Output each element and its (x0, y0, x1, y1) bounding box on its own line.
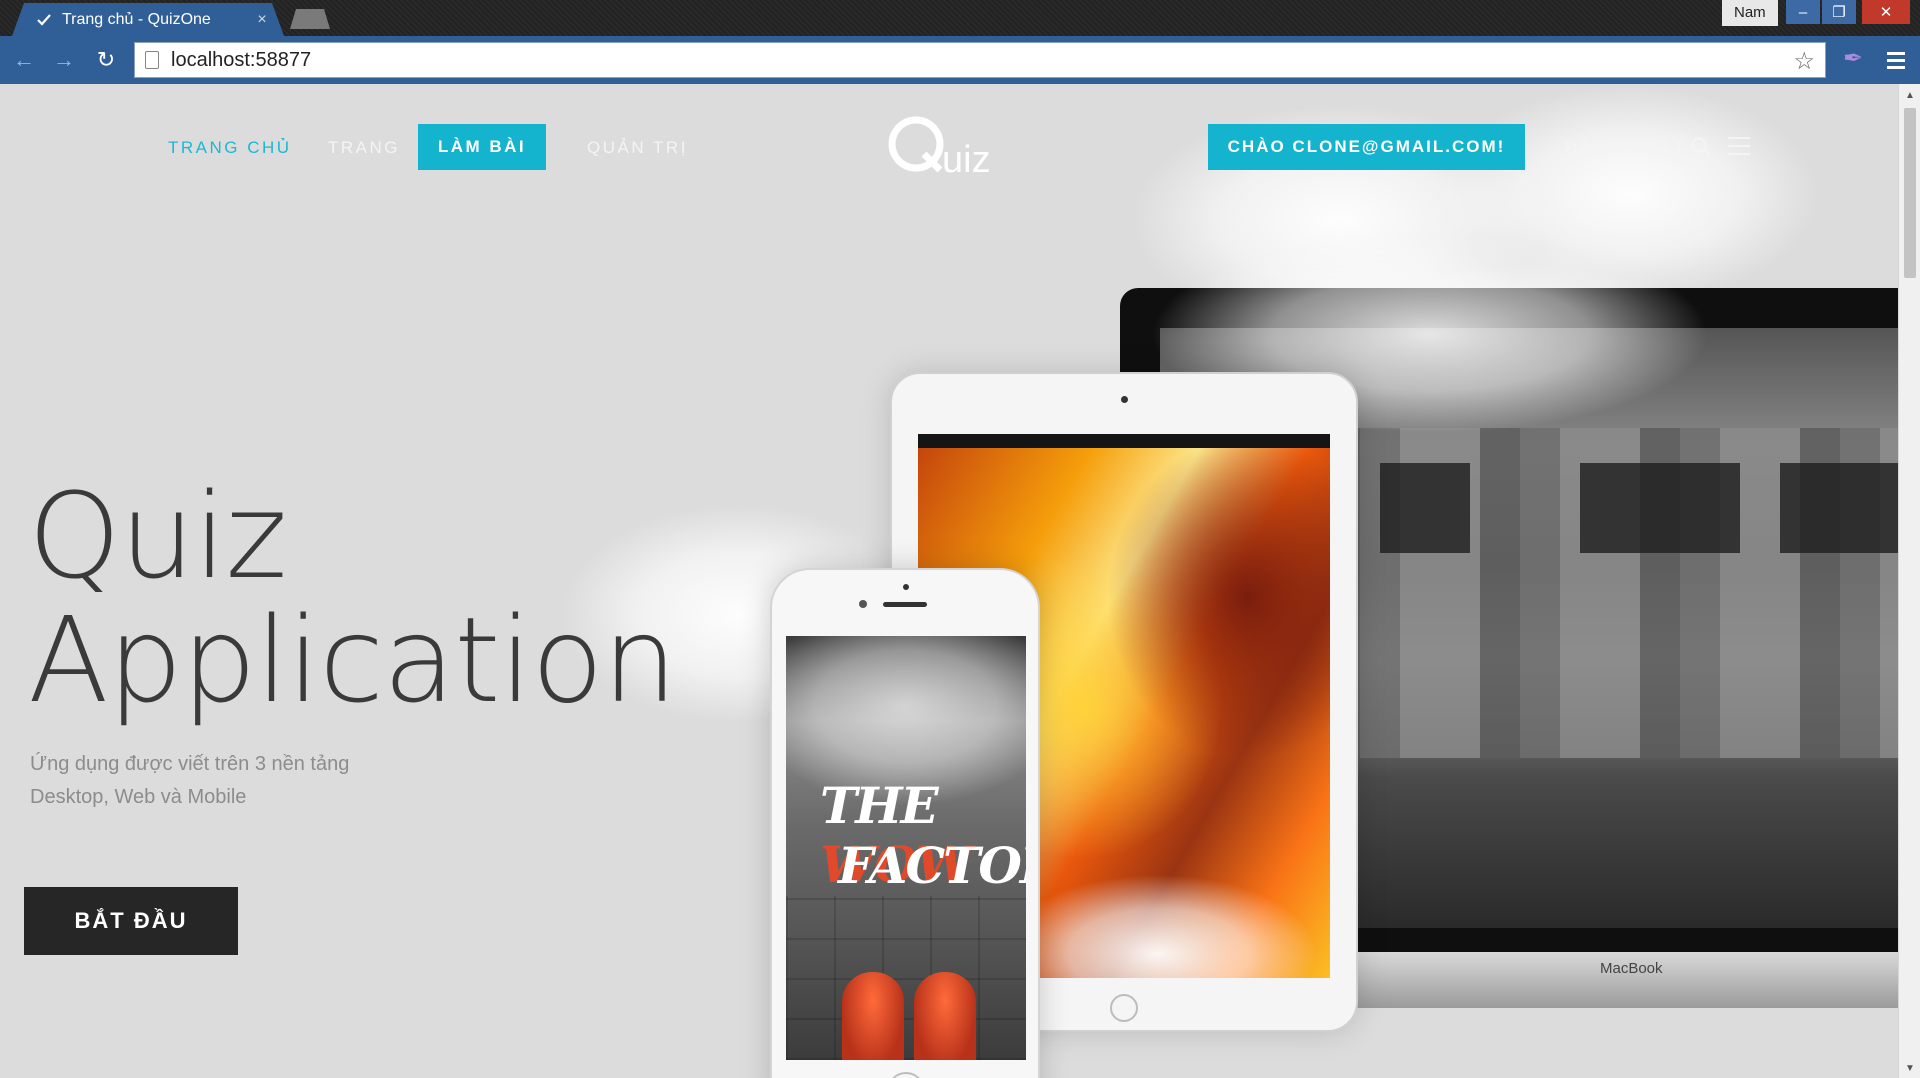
iphone-screen: THE WOW FACTOR (786, 636, 1026, 1060)
hero-subtitle: Ứng dụng được viết trên 3 nền tảng Deskt… (30, 748, 349, 814)
nav-link-lam-bai[interactable]: LÀM BÀI (418, 124, 546, 170)
cloud-decoration (998, 874, 1318, 978)
nav-link-quan-tri[interactable]: QUẢN TRỊ (587, 138, 688, 158)
iphone-home-button (887, 1072, 925, 1078)
shoe-image-left (842, 972, 904, 1060)
ipad-home-button (1110, 994, 1138, 1022)
paving-texture (786, 896, 1026, 1060)
hero-subtitle-line2: Desktop, Web và Mobile (30, 786, 247, 808)
browser-chrome: Trang chủ - QuizOne × Nam – ❐ ✕ ← → ↻ lo… (0, 0, 1920, 84)
ipad-status-bar (918, 434, 1330, 448)
iphone-sensor (859, 600, 867, 608)
macbook-label: MacBook (1600, 960, 1663, 977)
hero-title-line1: Quiz (28, 467, 287, 605)
reload-icon[interactable]: ↻ (92, 46, 120, 74)
ipad-camera (1121, 396, 1128, 403)
hero-title-line2: Application (28, 591, 677, 729)
scroll-thumb[interactable] (1904, 108, 1916, 278)
check-icon (36, 12, 52, 28)
logo-text: uiz (942, 139, 991, 181)
train-window (1580, 463, 1740, 553)
chrome-menu-icon[interactable] (1882, 46, 1910, 74)
phone-headline-line2: FACTOR (838, 836, 1026, 895)
tab-strip: Trang chủ - QuizOne × Nam – ❐ ✕ (0, 0, 1920, 36)
search-icon[interactable] (1690, 136, 1712, 158)
train-window (1380, 463, 1470, 553)
quiz-logo[interactable]: uiz (886, 112, 1016, 182)
hamburger-menu-icon[interactable] (1728, 137, 1750, 155)
phone-headline-white: THE (820, 776, 939, 835)
start-button[interactable]: BẮT ĐẦU (24, 887, 238, 955)
iphone-camera (903, 584, 909, 590)
star-icon[interactable]: ☆ (1793, 47, 1815, 76)
iphone-speaker (883, 602, 927, 607)
extension-feather-icon[interactable]: ✒ (1838, 44, 1868, 74)
profile-button[interactable]: Nam (1722, 0, 1778, 26)
hero-subtitle-line1: Ứng dụng được viết trên 3 nền tảng (30, 753, 350, 775)
hero-title: Quiz Application (28, 467, 677, 729)
train-window (1780, 463, 1898, 553)
window-maximize-button[interactable]: ❐ (1822, 0, 1856, 24)
address-url[interactable]: localhost:58877 (171, 49, 311, 72)
new-tab-button[interactable] (290, 9, 330, 29)
browser-tab-active[interactable]: Trang chủ - QuizOne × (12, 3, 284, 36)
shoe-image-right (914, 972, 976, 1060)
page-scrollbar[interactable]: ▲ ▼ (1898, 84, 1920, 1078)
back-arrow-icon[interactable]: ← (10, 46, 38, 74)
greeting-button[interactable]: CHÀO CLONE@GMAIL.COM! (1208, 124, 1525, 170)
tab-title: Trang chủ - QuizOne (62, 10, 211, 28)
iphone-device: THE WOW FACTOR (770, 568, 1040, 1078)
nav-link-logout[interactable]: ĐĂNG XUẤT (1565, 138, 1687, 158)
forward-arrow-icon[interactable]: → (50, 46, 78, 74)
window-close-button[interactable]: ✕ (1862, 0, 1910, 24)
window-minimize-button[interactable]: – (1786, 0, 1820, 24)
page-viewport: MacBook THE WOW FACTOR TRANG CHỦ TRANG L… (0, 84, 1898, 1078)
scroll-up-arrow-icon[interactable]: ▲ (1905, 90, 1915, 101)
browser-toolbar: ← → ↻ localhost:58877 ☆ ✒ (0, 36, 1920, 84)
address-bar[interactable]: localhost:58877 ☆ (134, 42, 1826, 78)
page-icon (145, 51, 159, 69)
tab-close-icon[interactable]: × (252, 11, 272, 29)
nav-link-trang[interactable]: TRANG (328, 138, 400, 158)
nav-link-home[interactable]: TRANG CHỦ (168, 138, 292, 158)
scroll-down-arrow-icon[interactable]: ▼ (1905, 1063, 1915, 1074)
